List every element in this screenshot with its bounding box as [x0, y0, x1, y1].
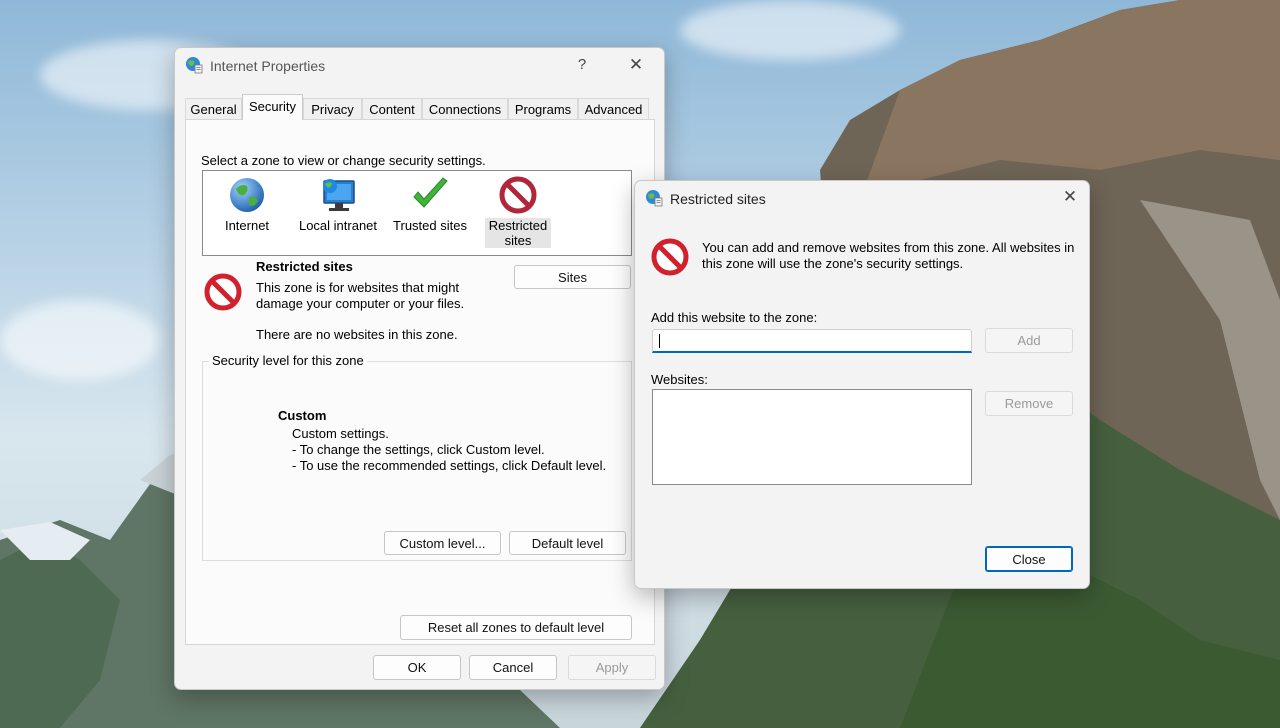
zone-trusted-sites[interactable]: Trusted sites — [389, 175, 471, 233]
internet-options-icon — [646, 190, 663, 207]
tab-content[interactable]: Content — [362, 98, 422, 120]
websites-label: Websites: — [651, 372, 708, 387]
websites-list[interactable] — [652, 389, 972, 485]
tab-advanced[interactable]: Advanced — [578, 98, 649, 120]
zone-heading: Restricted sites — [256, 259, 353, 274]
checkmark-icon — [413, 177, 448, 208]
dialog-titlebar: Restricted sites ✕ — [635, 181, 1089, 215]
close-icon[interactable]: ✕ — [625, 55, 647, 75]
dialog-info-line2: this zone will use the zone's security s… — [702, 256, 964, 271]
reset-all-zones-button[interactable]: Reset all zones to default level — [400, 615, 632, 640]
level-line3: - To use the recommended settings, click… — [292, 458, 607, 473]
zone-label: Internet — [224, 218, 270, 233]
level-name: Custom — [278, 408, 327, 423]
internet-properties-window: Internet Properties ? ✕ General Security… — [174, 47, 665, 690]
zone-label-line1: Restricted — [485, 218, 551, 233]
group-title: Security level for this zone — [209, 353, 367, 368]
add-button[interactable]: Add — [985, 328, 1073, 353]
tab-general[interactable]: General — [185, 98, 242, 120]
zone-prompt: Select a zone to view or change security… — [201, 153, 486, 168]
remove-button[interactable]: Remove — [985, 391, 1073, 416]
zone-label-line2: sites — [485, 233, 551, 248]
add-website-input[interactable] — [652, 329, 972, 353]
dialog-title: Restricted sites — [670, 191, 766, 207]
restricted-icon — [499, 176, 537, 214]
help-button[interactable]: ? — [571, 56, 593, 73]
dialog-info-line1: You can add and remove websites from thi… — [702, 240, 1075, 255]
zone-list: Internet Local intranet Trusted sites Re… — [202, 170, 632, 256]
zone-description-line1: This zone is for websites that might — [256, 280, 460, 295]
zone-label: Trusted sites — [393, 218, 467, 233]
globe-icon — [230, 178, 264, 212]
ok-button[interactable]: OK — [373, 655, 461, 680]
sites-button[interactable]: Sites — [514, 265, 631, 289]
tab-privacy[interactable]: Privacy — [303, 98, 362, 120]
add-website-label: Add this website to the zone: — [651, 310, 818, 325]
security-tab-panel: Select a zone to view or change security… — [185, 119, 655, 645]
no-sites-text: There are no websites in this zone. — [256, 327, 458, 342]
restricted-icon — [651, 238, 689, 276]
level-line2: - To change the settings, click Custom l… — [292, 442, 545, 457]
security-level-group: Security level for this zone Custom Cust… — [202, 353, 632, 561]
network-computer-icon — [323, 179, 355, 211]
close-button[interactable]: Close — [985, 546, 1073, 572]
restricted-icon — [204, 273, 242, 311]
zone-restricted-sites[interactable]: Restricted sites — [485, 175, 551, 248]
zone-label: Local intranet — [298, 218, 378, 233]
close-icon[interactable]: ✕ — [1059, 187, 1081, 207]
cancel-button[interactable]: Cancel — [469, 655, 557, 680]
default-level-button[interactable]: Default level — [509, 531, 626, 555]
tab-programs[interactable]: Programs — [508, 98, 578, 120]
apply-button[interactable]: Apply — [568, 655, 656, 680]
text-caret — [659, 334, 660, 348]
window-title: Internet Properties — [210, 58, 326, 74]
restricted-sites-dialog: Restricted sites ✕ You can add and remov… — [634, 180, 1090, 589]
zone-local-intranet[interactable]: Local intranet — [295, 175, 381, 233]
tab-security[interactable]: Security — [242, 94, 303, 120]
level-line1: Custom settings. — [292, 426, 389, 441]
tab-connections[interactable]: Connections — [422, 98, 508, 120]
internet-options-icon — [186, 57, 203, 74]
custom-level-button[interactable]: Custom level... — [384, 531, 501, 555]
zone-description-line2: damage your computer or your files. — [256, 296, 465, 311]
main-titlebar: Internet Properties ? ✕ — [175, 48, 664, 82]
zone-internet[interactable]: Internet — [217, 175, 277, 233]
